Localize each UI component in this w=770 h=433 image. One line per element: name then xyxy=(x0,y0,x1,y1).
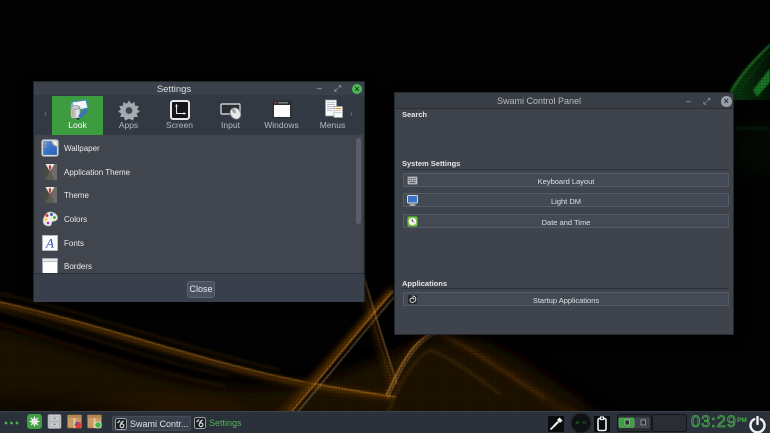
svg-text:A: A xyxy=(45,235,54,250)
